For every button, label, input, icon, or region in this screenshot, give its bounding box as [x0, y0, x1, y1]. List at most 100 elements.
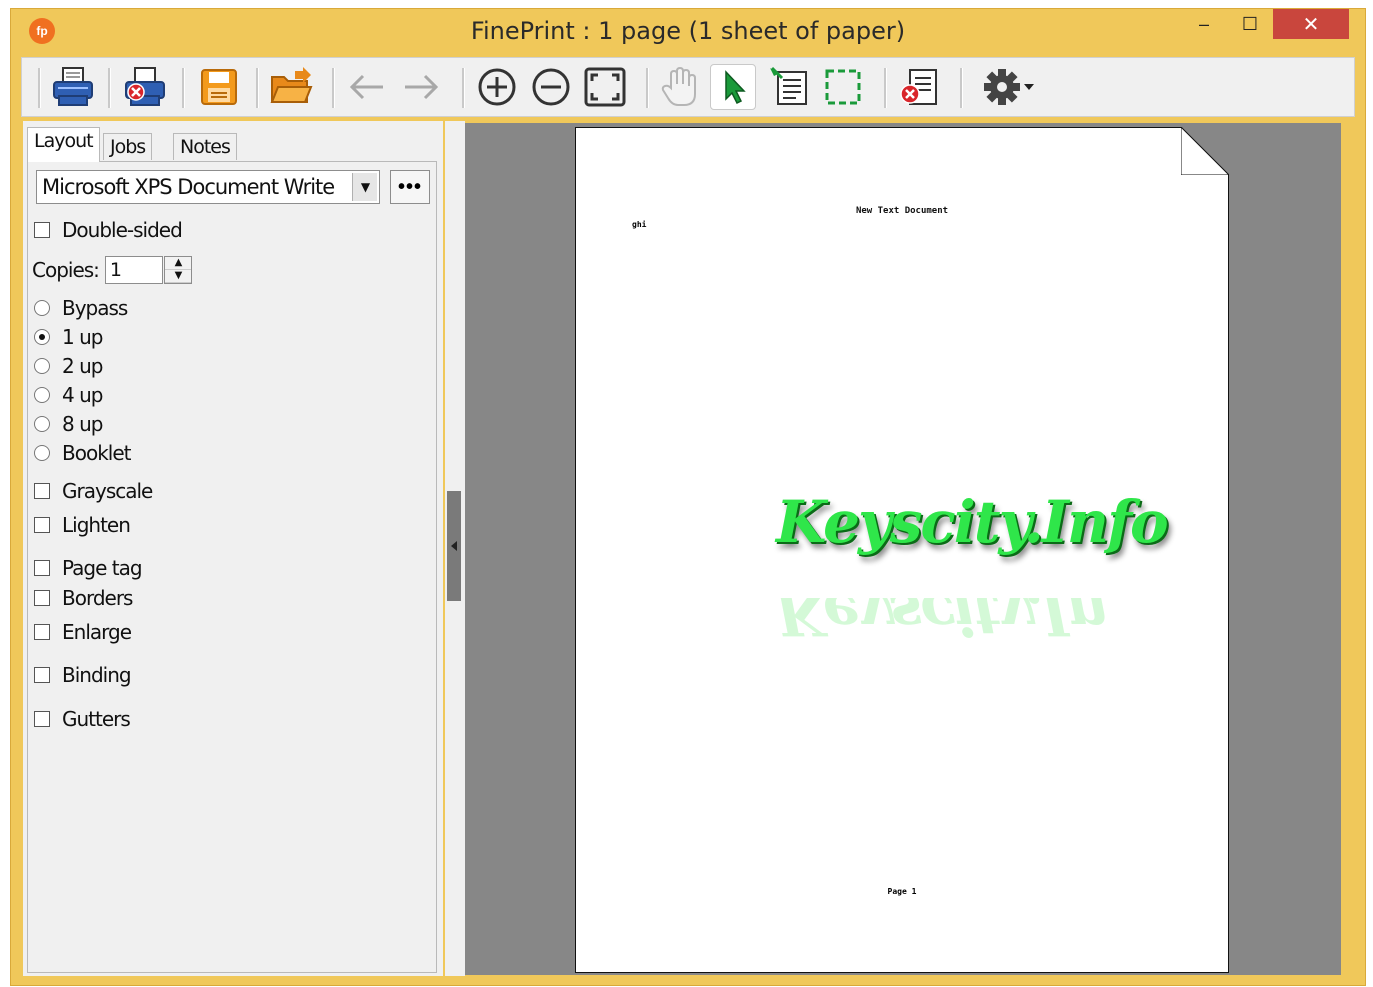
arrow-right-icon: [405, 74, 439, 100]
mode-4-up-radio[interactable]: [34, 387, 50, 403]
copies-spinner[interactable]: ▲ ▼: [163, 256, 192, 284]
fit-page-button[interactable]: [582, 64, 628, 110]
tab-jobs[interactable]: Jobs: [103, 133, 153, 160]
minimize-button[interactable]: –: [1181, 9, 1227, 39]
mode-4-up[interactable]: 4 up: [34, 383, 103, 407]
save-button[interactable]: [196, 64, 242, 110]
watermark-reflection-text: Keyscity.Info: [776, 598, 1106, 648]
copies-row: Copies: 1 ▲ ▼: [32, 256, 192, 284]
back-button[interactable]: [344, 64, 390, 110]
open-button[interactable]: [268, 64, 314, 110]
printer-select[interactable]: Microsoft XPS Document Write ▼: [36, 170, 380, 204]
mode-2-up[interactable]: 2 up: [34, 354, 103, 378]
panel-splitter[interactable]: [445, 121, 465, 976]
lighten-checkbox[interactable]: [34, 517, 50, 533]
printer-properties-button[interactable]: •••: [390, 170, 430, 204]
watermark-text: Keyscity.Info: [776, 488, 1169, 556]
toolbar-separator: [960, 68, 963, 108]
grayscale-option[interactable]: Grayscale: [34, 479, 153, 503]
delete-page-button[interactable]: [896, 64, 942, 110]
text-select-button[interactable]: [766, 64, 812, 110]
tab-notes[interactable]: Notes: [173, 133, 237, 160]
page-tag-checkbox[interactable]: [34, 560, 50, 576]
mode-1-up[interactable]: 1 up: [34, 325, 103, 349]
chevron-left-icon: [451, 541, 457, 551]
collapse-handle[interactable]: [447, 491, 461, 601]
forward-button[interactable]: [398, 64, 444, 110]
toolbar-separator: [38, 68, 41, 108]
mode-booklet[interactable]: Booklet: [34, 441, 131, 465]
mode-2-up-radio[interactable]: [34, 358, 50, 374]
gear-icon: [984, 69, 1020, 105]
toolbar-separator: [332, 68, 335, 108]
close-button[interactable]: ✕: [1273, 9, 1349, 39]
binding-option[interactable]: Binding: [34, 663, 132, 687]
double-sided-checkbox[interactable]: [34, 222, 50, 238]
document-heading: New Text Document: [855, 206, 949, 216]
borders-checkbox[interactable]: [34, 590, 50, 606]
double-sided-option[interactable]: Double-sided: [34, 218, 183, 242]
spin-up-icon[interactable]: ▲: [164, 257, 191, 270]
toolbar-separator: [256, 68, 259, 108]
title-bar[interactable]: fp FinePrint : 1 page (1 sheet of paper)…: [11, 9, 1365, 55]
mode-8-up-radio[interactable]: [34, 416, 50, 432]
pan-button[interactable]: [656, 64, 702, 110]
page-footer: Page 1: [887, 887, 917, 896]
gutters-label: Gutters: [62, 707, 131, 731]
enlarge-checkbox[interactable]: [34, 624, 50, 640]
enlarge-label: Enlarge: [62, 620, 132, 644]
spin-down-icon[interactable]: ▼: [164, 270, 191, 283]
copies-value: 1: [109, 259, 122, 281]
gutters-checkbox[interactable]: [34, 711, 50, 727]
mode-8-up[interactable]: 8 up: [34, 412, 103, 436]
text-select-icon: [770, 66, 807, 105]
print-delete-button[interactable]: [122, 64, 168, 110]
mode-bypass[interactable]: Bypass: [34, 296, 128, 320]
borders-option[interactable]: Borders: [34, 586, 133, 610]
printer-icon: [53, 67, 93, 106]
maximize-button[interactable]: ☐: [1227, 9, 1273, 39]
zoom-in-button[interactable]: [474, 64, 520, 110]
double-sided-label: Double-sided: [62, 218, 183, 242]
mode-booklet-radio[interactable]: [34, 445, 50, 461]
page-fold-corner: [1181, 127, 1229, 175]
mode-bypass-label: Bypass: [62, 296, 128, 320]
marquee-button[interactable]: [820, 64, 866, 110]
borders-label: Borders: [62, 586, 133, 610]
window-title: FinePrint : 1 page (1 sheet of paper): [470, 17, 906, 45]
lighten-label: Lighten: [62, 513, 131, 537]
toolbar-separator: [182, 68, 185, 108]
print-preview-area[interactable]: New Text Document ghi Keyscity.Info Keys…: [465, 123, 1341, 975]
chevron-down-icon[interactable]: ▼: [352, 173, 377, 201]
gutters-option[interactable]: Gutters: [34, 707, 131, 731]
document-text-line: ghi: [632, 220, 647, 229]
app-window: fp FinePrint : 1 page (1 sheet of paper)…: [10, 8, 1366, 986]
floppy-icon: [201, 69, 237, 105]
page-tag-option[interactable]: Page tag: [34, 556, 143, 580]
delete-page-icon: [900, 69, 937, 105]
binding-checkbox[interactable]: [34, 667, 50, 683]
copies-label: Copies:: [32, 258, 100, 282]
mode-1-up-radio[interactable]: [34, 329, 50, 345]
enlarge-option[interactable]: Enlarge: [34, 620, 132, 644]
mode-booklet-label: Booklet: [62, 441, 131, 465]
lighten-option[interactable]: Lighten: [34, 513, 131, 537]
preview-page[interactable]: New Text Document ghi Keyscity.Info Keys…: [575, 127, 1229, 973]
arrow-left-icon: [349, 74, 383, 100]
toolbar-separator: [108, 68, 111, 108]
tab-layout[interactable]: Layout: [27, 127, 100, 162]
select-button[interactable]: [710, 64, 756, 110]
settings-button[interactable]: [974, 64, 1044, 110]
zoom-out-button[interactable]: [528, 64, 574, 110]
watermark-logo: Keyscity.Info: [776, 488, 1169, 578]
print-button[interactable]: [50, 64, 96, 110]
folder-icon: [270, 67, 313, 103]
mode-bypass-radio[interactable]: [34, 300, 50, 316]
grayscale-checkbox[interactable]: [34, 483, 50, 499]
grayscale-label: Grayscale: [62, 479, 153, 503]
marquee-icon: [825, 69, 861, 105]
mode-1-up-label: 1 up: [62, 325, 103, 349]
copies-input[interactable]: 1 ▲ ▼: [104, 256, 192, 284]
zoom-in-icon: [478, 68, 516, 106]
mode-4-up-label: 4 up: [62, 383, 103, 407]
